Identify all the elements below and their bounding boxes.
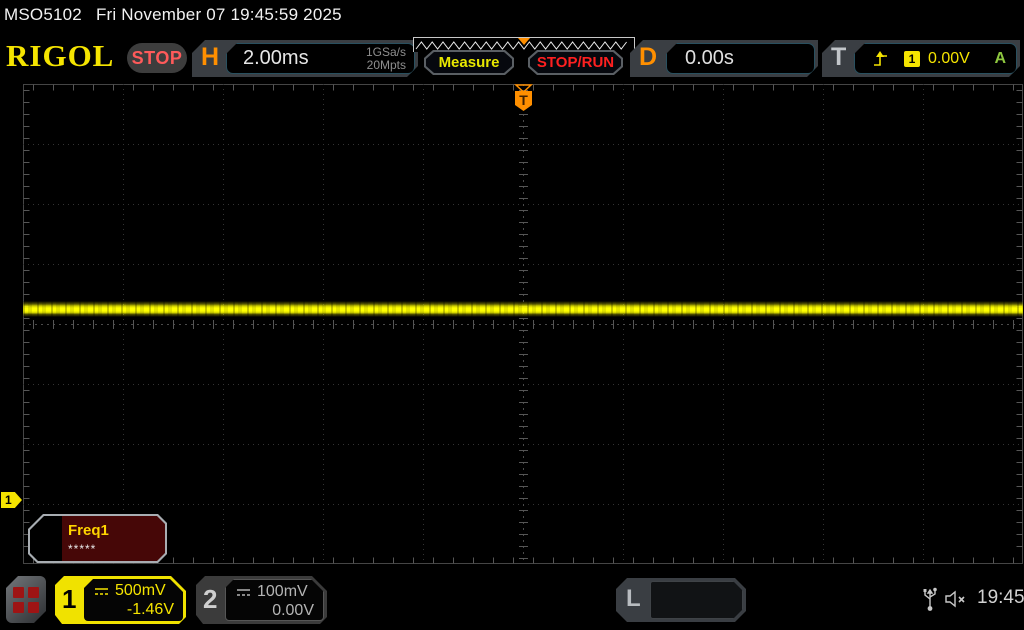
svg-text:T: T xyxy=(519,92,528,108)
dc-coupling-icon xyxy=(94,586,109,596)
model-name: MSO5102 xyxy=(4,5,82,24)
sample-rate: 1GSa/s xyxy=(365,44,406,59)
measurement-box[interactable]: Freq1 ***** xyxy=(28,514,167,563)
delay-value: 0.00s xyxy=(685,47,734,69)
windows-menu-button[interactable] xyxy=(6,576,46,623)
timebase-box: 2.00ms 1GSa/s 20Mpts xyxy=(226,43,415,74)
timebase-value: 2.00ms xyxy=(243,47,309,69)
channel1-offset: -1.46V xyxy=(126,601,174,618)
trigger-source-badge: 1 xyxy=(904,51,920,67)
trigger-settings-button[interactable]: T 1 0.00V A xyxy=(822,40,1020,77)
channel2-offset: 0.00V xyxy=(272,602,314,619)
measurement-title: Freq1 xyxy=(68,522,109,539)
trigger-level-value: 0.00V xyxy=(928,49,970,67)
channel1-waveform-trace xyxy=(23,301,1023,317)
delay-settings-button[interactable]: D 0.00s xyxy=(630,40,818,77)
channel2-number: 2 xyxy=(203,584,218,614)
channel1-status-button[interactable]: 1 500mV -1.46V xyxy=(55,576,186,624)
grid-lines: T xyxy=(23,84,1023,564)
stop-run-button-label: STOP/RUN xyxy=(530,52,621,73)
measurement-value: ***** xyxy=(68,542,97,556)
trigger-label: T xyxy=(831,43,847,71)
measure-button-label: Measure xyxy=(426,52,512,73)
channel1-marker-label: 1 xyxy=(5,493,12,507)
datetime: Fri November 07 19:45:59 2025 xyxy=(95,5,342,24)
channel2-status-button[interactable]: 2 100mV 0.00V xyxy=(196,576,327,624)
preview-trigger-position-icon xyxy=(518,38,530,45)
channel1-number: 1 xyxy=(62,584,77,614)
horizontal-settings-button[interactable]: H 2.00ms 1GSa/s 20Mpts xyxy=(192,40,418,77)
logic-channels-row1: 0 1 2 3 4 5 6 7 xyxy=(659,622,741,630)
channel2-scale: 100mV xyxy=(257,583,308,600)
clock: 19:45 xyxy=(977,587,1024,608)
logic-channels-button[interactable]: L 0 1 2 3 4 5 6 7 8 9 10 11 12 13 14 15 xyxy=(616,578,746,622)
acquisition-info: 1GSa/s 20Mpts xyxy=(366,46,406,72)
delay-box: 0.00s xyxy=(666,43,815,74)
rising-edge-icon xyxy=(873,51,888,67)
logic-label: L xyxy=(626,585,641,612)
measure-button[interactable]: Measure xyxy=(424,50,514,75)
dc-coupling-icon xyxy=(236,587,251,597)
memory-depth: 20Mpts xyxy=(366,57,406,72)
oscilloscope-screen: MSO5102 Fri November 07 19:45:59 2025 RIG… xyxy=(0,0,1024,630)
rigol-logo: RIGOL xyxy=(6,38,115,73)
status-bar: MSO5102 Fri November 07 19:45:59 2025 xyxy=(4,5,356,25)
run-state-badge: STOP xyxy=(127,43,187,73)
channel1-level-marker[interactable]: 1 xyxy=(1,492,22,508)
waveform-memory-preview[interactable] xyxy=(413,37,635,52)
stop-run-button[interactable]: STOP/RUN xyxy=(528,50,623,75)
graticule[interactable]: T xyxy=(23,84,1023,564)
channel1-scale: 500mV xyxy=(115,582,166,599)
delay-label: D xyxy=(639,43,658,71)
horizontal-label: H xyxy=(201,43,220,71)
grid-icon xyxy=(13,587,39,613)
speaker-muted-icon xyxy=(945,590,965,608)
trigger-sweep-mode: A xyxy=(994,49,1006,67)
trigger-position-marker[interactable]: T xyxy=(514,84,533,111)
usb-icon xyxy=(923,587,937,611)
trigger-box: 1 0.00V A xyxy=(854,43,1017,74)
